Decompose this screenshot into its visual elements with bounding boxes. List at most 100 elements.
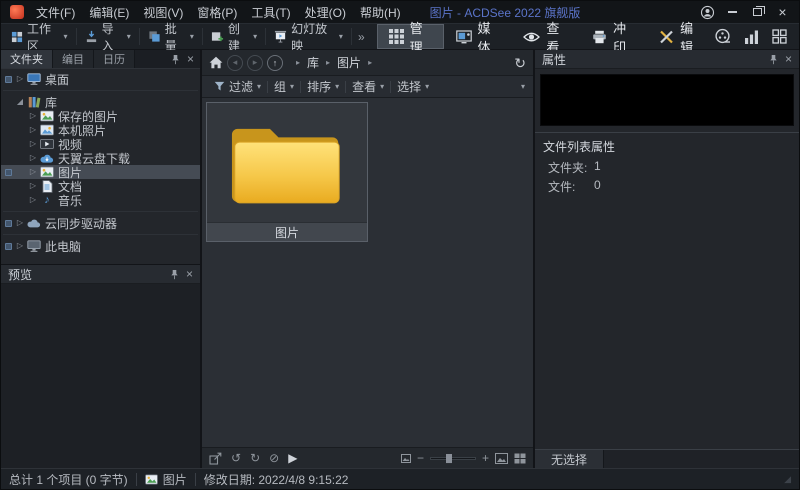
status-separator	[194, 472, 196, 486]
slideshow-button[interactable]: 幻灯放映 ▾	[268, 22, 349, 53]
forward-button[interactable]: ▸	[247, 54, 263, 71]
tab-calendar[interactable]: 日历	[94, 50, 135, 68]
close-button[interactable]: ×	[770, 2, 795, 22]
share-icon[interactable]	[209, 452, 222, 465]
back-button[interactable]: ◂	[227, 54, 243, 71]
apps-grid-icon[interactable]	[772, 29, 787, 44]
chevron-down-icon: ▾	[380, 81, 385, 91]
no-selection-tab[interactable]: 无选择	[535, 450, 605, 468]
tab-edit[interactable]: 编辑	[647, 21, 714, 55]
quick-select-gutter[interactable]	[3, 168, 14, 176]
pin-icon[interactable]	[171, 54, 180, 65]
menu-help[interactable]: 帮助(H)	[353, 1, 408, 23]
film-reel-icon[interactable]	[714, 28, 731, 45]
tab-view[interactable]: 查看	[511, 21, 580, 55]
slideshow-label: 幻灯放映	[291, 21, 328, 53]
expand-arrow-icon[interactable]: ▷	[27, 196, 39, 204]
expand-arrow-icon[interactable]: ▷	[14, 242, 26, 250]
tree-item-cloud-sync-drive[interactable]: ▷ 云同步驱动器	[1, 216, 200, 231]
tree-item-cloud-download[interactable]: ▷ 天翼云盘下载	[1, 151, 200, 166]
expand-arrow-icon[interactable]: ▷	[27, 112, 39, 120]
breadcrumb-item-library[interactable]: 库	[305, 54, 321, 71]
expand-arrow-icon[interactable]: ▷	[27, 154, 39, 162]
workspace-button[interactable]: 工作区 ▾	[5, 22, 74, 53]
small-thumbnails-icon[interactable]	[400, 453, 411, 463]
tree-item-documents[interactable]: ▷ 文档	[1, 179, 200, 194]
toolbar-overflow-button[interactable]: »	[354, 30, 369, 44]
close-icon[interactable]: ×	[187, 52, 194, 66]
refresh-icon[interactable]: ↻	[514, 56, 526, 70]
tree-item-local-photos[interactable]: ▷ 本机照片	[1, 123, 200, 138]
pin-icon[interactable]	[170, 269, 179, 280]
batch-icon	[148, 30, 161, 43]
window-controls: ×	[695, 2, 795, 22]
tab-catalog[interactable]: 编目	[53, 50, 94, 68]
menu-tools[interactable]: 工具(T)	[244, 1, 297, 23]
close-icon[interactable]: ×	[186, 267, 193, 281]
create-button[interactable]: 创建 ▾	[205, 22, 263, 53]
resize-grip[interactable]: ◢	[784, 474, 791, 484]
minimize-button[interactable]	[720, 2, 745, 22]
batch-button[interactable]: 批量 ▾	[142, 22, 200, 53]
import-button[interactable]: 导入 ▾	[79, 22, 137, 53]
file-list-toolbar: ↺ ↻ ⊘ ▶ − +	[202, 447, 533, 468]
tab-folders[interactable]: 文件夹	[1, 50, 53, 68]
slideshow-play-icon[interactable]: ▶	[288, 452, 297, 464]
expand-arrow-icon[interactable]: ▷	[27, 182, 39, 190]
tree-item-this-pc[interactable]: ▷ 此电脑	[1, 239, 200, 254]
expand-arrow-icon[interactable]: ▷	[27, 140, 39, 148]
group-button[interactable]: 组 ▾	[268, 76, 300, 97]
property-label: 文件夹:	[548, 161, 588, 175]
tab-calendar-label: 日历	[103, 54, 125, 66]
view-button[interactable]: 查看 ▾	[346, 76, 390, 97]
bar-chart-icon[interactable]	[744, 29, 759, 44]
filter-bar: 过滤 ▾ 组 ▾ 排序 ▾ 查看 ▾ 选择 ▾ ▾	[202, 76, 533, 98]
metadata-blank-area	[540, 74, 794, 126]
restore-icon	[753, 6, 765, 16]
panel-header-icons: ×	[769, 52, 792, 66]
expand-arrow-icon[interactable]: ▷	[27, 126, 39, 134]
large-thumbnails-icon[interactable]	[495, 452, 508, 464]
zoom-slider-thumb[interactable]	[445, 453, 452, 464]
tree-item-pictures[interactable]: ▷ 图片	[1, 165, 200, 180]
quick-select-gutter[interactable]	[3, 242, 14, 250]
restore-button[interactable]	[745, 2, 770, 22]
breadcrumb-item-pictures[interactable]: 图片	[335, 54, 363, 71]
folder-icon	[231, 128, 340, 203]
sort-button[interactable]: 排序 ▾	[301, 76, 345, 97]
preview-panel-header: 预览 ×	[1, 265, 200, 284]
redo-icon[interactable]: ↻	[250, 452, 260, 464]
folder-tile-pictures[interactable]: 图片	[206, 102, 368, 242]
preview-body	[1, 284, 200, 468]
tree-item-music[interactable]: ▷ ♪ 音乐	[1, 193, 200, 208]
acdsee-window: 文件(F) 编辑(E) 视图(V) 窗格(P) 工具(T) 处理(O) 帮助(H…	[0, 0, 800, 490]
menu-tools-label: 工具(T)	[251, 5, 291, 20]
quick-select-gutter[interactable]	[3, 75, 14, 83]
tree-item-desktop[interactable]: ▷ 桌面	[1, 72, 200, 87]
select-button[interactable]: 选择 ▾	[391, 76, 435, 97]
expand-arrow-icon[interactable]: ▷	[14, 219, 26, 227]
up-button[interactable]: ↑	[267, 54, 283, 71]
quick-select-gutter[interactable]	[3, 219, 14, 227]
home-icon[interactable]	[209, 56, 223, 69]
close-icon[interactable]: ×	[785, 52, 792, 66]
filter-more-icon[interactable]: ▾	[521, 82, 527, 91]
tree-group-divider	[3, 211, 198, 212]
filter-button[interactable]: 过滤 ▾	[208, 76, 267, 97]
tab-manage[interactable]: 管理	[376, 21, 444, 55]
tab-print[interactable]: 冲印	[580, 21, 647, 55]
menu-help-label: 帮助(H)	[359, 5, 401, 20]
zoom-out-icon[interactable]: −	[417, 452, 424, 464]
expand-arrow-icon[interactable]: ◢	[14, 98, 26, 106]
pin-icon[interactable]	[769, 54, 778, 65]
undo-icon[interactable]: ↺	[231, 452, 241, 464]
zoom-slider[interactable]	[429, 453, 476, 464]
photos-icon	[39, 124, 55, 136]
no-filter-icon[interactable]: ⊘	[269, 452, 279, 464]
tab-media[interactable]: 媒体	[444, 21, 512, 55]
view-mode-icon[interactable]	[514, 453, 526, 464]
tree-item-label: 此电脑	[45, 239, 82, 254]
expand-arrow-icon[interactable]: ▷	[14, 75, 26, 83]
zoom-in-icon[interactable]: +	[482, 452, 489, 464]
expand-arrow-icon[interactable]: ▷	[27, 168, 39, 176]
